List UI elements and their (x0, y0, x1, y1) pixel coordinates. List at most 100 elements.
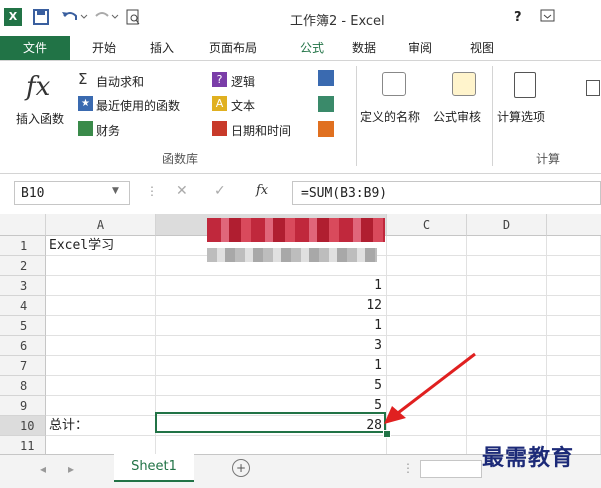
cell-c[interactable] (387, 316, 467, 336)
defined-names-button[interactable]: 定义的名称 (360, 108, 420, 125)
tab-review[interactable]: 审阅 (408, 36, 432, 61)
cell-e[interactable] (547, 256, 601, 276)
cell-e[interactable] (547, 376, 601, 396)
insert-function-button[interactable]: 插入函数 (16, 110, 64, 127)
cell-b[interactable] (156, 436, 387, 456)
select-all-corner[interactable] (0, 214, 46, 236)
tab-file[interactable]: 文件 (0, 36, 70, 61)
cell-a[interactable] (46, 316, 156, 336)
datetime-button[interactable]: 日期和时间 (231, 122, 291, 139)
column-header-a[interactable]: A (46, 214, 156, 236)
cell-a[interactable]: 总计： (46, 416, 156, 436)
row-header[interactable]: 6 (0, 336, 46, 356)
tab-view[interactable]: 视图 (470, 36, 494, 61)
cell-e[interactable] (547, 296, 601, 316)
cell-e[interactable] (547, 356, 601, 376)
watermark: 最需教育 (482, 445, 575, 471)
row-header[interactable]: 10 (0, 416, 46, 436)
save-icon[interactable] (32, 8, 50, 26)
cell-c[interactable] (387, 296, 467, 316)
tab-insert[interactable]: 插入 (150, 36, 174, 61)
column-header-e[interactable] (547, 214, 601, 236)
cell-b[interactable]: 1 (156, 356, 387, 376)
math-icon[interactable] (318, 96, 334, 112)
row-header[interactable]: 5 (0, 316, 46, 336)
ribbon-display-options-icon[interactable] (540, 8, 556, 24)
row-header[interactable]: 2 (0, 256, 46, 276)
print-preview-icon[interactable] (124, 8, 142, 26)
redo-icon[interactable] (94, 8, 119, 26)
cell-a[interactable] (46, 376, 156, 396)
cell-e[interactable] (547, 416, 601, 436)
cell-a[interactable] (46, 436, 156, 456)
more-functions-icon[interactable] (318, 121, 334, 137)
add-sheet-icon[interactable]: + (232, 459, 250, 477)
cell-e[interactable] (547, 236, 601, 256)
calculate-now-icon[interactable] (586, 80, 600, 96)
cell-e[interactable] (547, 396, 601, 416)
insert-function-fx-icon[interactable]: fx (256, 183, 268, 198)
cell-b[interactable]: 5 (156, 376, 387, 396)
recent-functions-button[interactable]: 最近使用的函数 (96, 97, 180, 114)
insert-function-icon[interactable]: fx (26, 72, 50, 102)
tab-home[interactable]: 开始 (92, 36, 116, 61)
cell-a[interactable]: Excel学习 (46, 236, 156, 256)
cell-a[interactable] (46, 336, 156, 356)
cell-c[interactable] (387, 276, 467, 296)
autosum-button[interactable]: 自动求和 (96, 73, 144, 90)
financial-button[interactable]: 财务 (96, 122, 120, 139)
sheet-tab[interactable]: Sheet1 (114, 454, 194, 482)
scroll-left-icon[interactable]: ◂ (40, 462, 46, 476)
cell-a[interactable] (46, 256, 156, 276)
cell-a[interactable] (46, 356, 156, 376)
formula-input[interactable]: =SUM(B3:B9) (292, 181, 601, 205)
cell-a[interactable] (46, 296, 156, 316)
cell-c[interactable] (387, 236, 467, 256)
cell-e[interactable] (547, 336, 601, 356)
tab-formulas[interactable]: 公式 (283, 36, 341, 61)
lookup-icon[interactable] (318, 70, 334, 86)
cell-b[interactable]: 1 (156, 276, 387, 296)
row-header[interactable]: 9 (0, 396, 46, 416)
text-button[interactable]: 文本 (231, 97, 255, 114)
calculation-options-button[interactable]: 计算选项 (497, 108, 545, 125)
help-icon[interactable]: ? (514, 10, 522, 25)
logical-button[interactable]: 逻辑 (231, 73, 255, 90)
cell-b[interactable]: 3 (156, 336, 387, 356)
cell-d[interactable] (467, 316, 547, 336)
cell-d[interactable] (467, 236, 547, 256)
selected-cell-b10[interactable] (155, 412, 386, 433)
row-header[interactable]: 1 (0, 236, 46, 256)
cell-e[interactable] (547, 316, 601, 336)
undo-icon[interactable] (60, 8, 88, 26)
enter-icon[interactable]: ✓ (214, 183, 226, 199)
calculator-icon (514, 72, 536, 98)
row-header[interactable]: 11 (0, 436, 46, 456)
column-header-c[interactable]: C (387, 214, 467, 236)
cancel-icon[interactable]: ✕ (176, 183, 188, 199)
cell-a[interactable] (46, 396, 156, 416)
scroll-right-icon[interactable]: ▸ (68, 462, 74, 476)
blurred-overlay (207, 248, 377, 262)
cell-c[interactable] (387, 256, 467, 276)
row-header[interactable]: 7 (0, 356, 46, 376)
cell-d[interactable] (467, 276, 547, 296)
cell-d[interactable] (467, 296, 547, 316)
formula-auditing-button[interactable]: 公式审核 (433, 108, 481, 125)
cell-a[interactable] (46, 276, 156, 296)
row-header[interactable]: 4 (0, 296, 46, 316)
column-header-d[interactable]: D (467, 214, 547, 236)
datetime-icon (212, 121, 227, 136)
name-box-dropdown-icon[interactable]: ▼ (112, 186, 119, 196)
fill-handle[interactable] (383, 430, 391, 438)
tab-page-layout[interactable]: 页面布局 (209, 36, 257, 61)
cell-b[interactable]: 12 (156, 296, 387, 316)
horizontal-scrollbar[interactable] (420, 460, 482, 478)
cell-c[interactable] (387, 436, 467, 456)
cell-d[interactable] (467, 256, 547, 276)
cell-b[interactable]: 1 (156, 316, 387, 336)
row-header[interactable]: 8 (0, 376, 46, 396)
cell-e[interactable] (547, 276, 601, 296)
row-header[interactable]: 3 (0, 276, 46, 296)
tab-data[interactable]: 数据 (352, 36, 376, 61)
